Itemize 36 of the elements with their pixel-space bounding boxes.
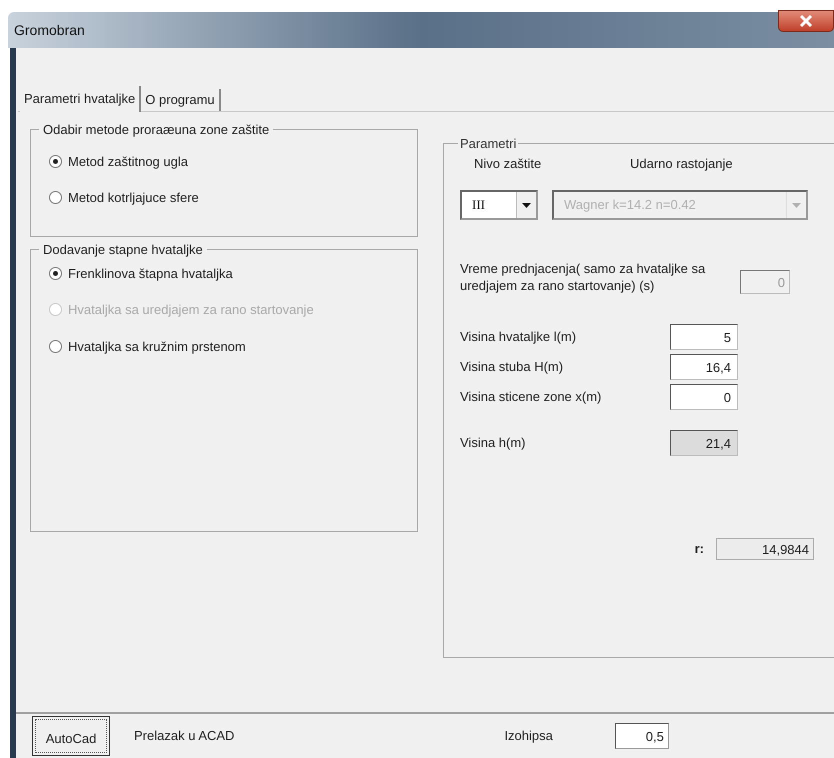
value-field[interactable]: 5 (670, 324, 738, 350)
value-field[interactable]: 21,4 (670, 430, 738, 456)
field-label: r: (694, 540, 704, 558)
radio-label: Frenklinova štapna hvataljka (68, 264, 233, 283)
radio-label: Metod kotrljajuce sfere (68, 189, 199, 207)
group-title: Dodavanje stapne hvataljke (42, 241, 204, 259)
column-label: Udarno rastojanje (630, 154, 733, 173)
radio-button[interactable] (49, 191, 62, 204)
radio-label: Metod zaštitnog ugla (68, 152, 188, 171)
field-label: Izohipsa (504, 727, 553, 746)
radio-label: Hvataljka sa uredjajem za rano startovanje (68, 301, 314, 319)
field-label: Visina hvataljke l(m) (460, 328, 578, 346)
field-label: Visina sticene zone x(m) (460, 388, 602, 406)
window-title: Gromobran (14, 20, 85, 40)
value-field[interactable]: 16,4 (670, 354, 738, 380)
radio-button[interactable] (49, 154, 62, 168)
radio-button[interactable] (49, 340, 62, 353)
tab[interactable]: Parametri hvataljke (20, 86, 142, 112)
dropdown[interactable]: III (460, 190, 538, 220)
value-field[interactable]: 0 (670, 384, 738, 410)
contour-field[interactable]: 0,5 (614, 723, 669, 749)
caret-icon (522, 202, 531, 208)
field-label: Vreme prednjacenja( samo za hvataljke sa uredjajem za rano startovanje) (s) (460, 260, 706, 294)
close-icon (799, 15, 813, 27)
radio-button[interactable] (49, 266, 62, 280)
radio-label: Hvataljka sa kružnim prstenom (68, 338, 246, 356)
field-label: Visina stuba H(m) (460, 358, 564, 376)
group-title: Parametri (459, 135, 518, 153)
result-field[interactable]: 14,9844 (716, 538, 814, 560)
column-label: Nivo zaštite (473, 154, 542, 172)
autocad-button[interactable]: AutoCad (32, 716, 110, 756)
caret-icon (792, 202, 801, 208)
group-title: Odabir metode proraæuna zone zaštite (42, 121, 270, 139)
description-label: Prelazak u ACAD (134, 727, 234, 746)
field-label: Visina h(m) (460, 434, 527, 452)
close-button[interactable] (778, 10, 834, 32)
